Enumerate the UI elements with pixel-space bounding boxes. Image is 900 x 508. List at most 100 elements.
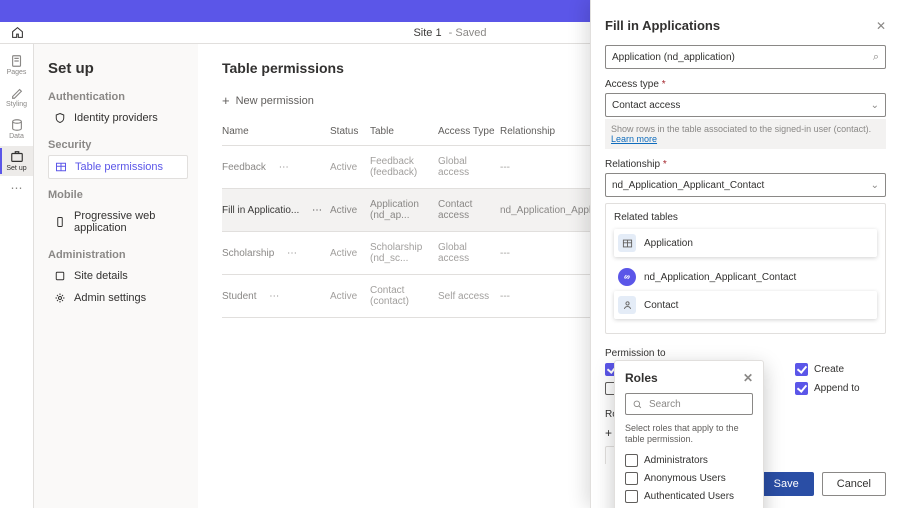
setup-icon (10, 150, 24, 164)
shield-icon (54, 112, 66, 124)
person-icon (618, 296, 636, 314)
table-input-value: Application (nd_application) (612, 52, 735, 63)
cell-table: Application (nd_ap... (370, 189, 438, 232)
col-name[interactable]: Name (222, 118, 330, 146)
related-table-row[interactable]: Contact (614, 291, 877, 319)
access-type-value: Contact access (612, 100, 680, 111)
chevron-down-icon: ⌄ (871, 100, 879, 111)
col-table[interactable]: Table (370, 118, 438, 146)
rail-styling[interactable]: Styling (0, 82, 33, 112)
table-icon (618, 234, 636, 252)
cell-name: Feedback ⋯ (222, 146, 330, 189)
site-name: Site 1 (413, 27, 441, 39)
new-permission-label: New permission (236, 95, 314, 107)
cancel-button[interactable]: Cancel (822, 472, 886, 496)
permission-checkbox[interactable]: Append to (795, 382, 886, 395)
role-option[interactable]: Anonymous Users (625, 472, 753, 485)
checkbox-icon (795, 382, 808, 395)
sidebar-item-label: Table permissions (75, 161, 163, 173)
mobile-icon (54, 216, 66, 228)
sidebar-item-table-permissions[interactable]: Table permissions (48, 155, 188, 179)
sidebar-item-site-details[interactable]: Site details (48, 265, 188, 287)
permission-checkbox[interactable]: Create (795, 363, 886, 376)
sidebar-item-identity-providers[interactable]: Identity providers (48, 107, 188, 129)
home-button[interactable] (0, 26, 34, 39)
checkbox-icon (625, 490, 638, 503)
plus-icon: + (605, 426, 612, 440)
new-permission-button[interactable]: + New permission (222, 93, 314, 108)
related-table-label: Application (644, 238, 693, 249)
sidebar-item-label: Admin settings (74, 292, 146, 304)
relationship-select[interactable]: nd_Application_Applicant_Contact ⌄ (605, 173, 886, 197)
role-option-label: Anonymous Users (644, 473, 726, 484)
access-type-label: Access type * (605, 79, 886, 90)
relationship-label: Relationship * (605, 159, 886, 170)
cell-status: Active (330, 275, 370, 318)
cell-table: Scholarship (nd_sc... (370, 232, 438, 275)
group-auth: Authentication (48, 91, 188, 103)
rail-data[interactable]: Data (0, 114, 33, 144)
plus-icon: + (222, 93, 230, 108)
rail-label: Pages (7, 69, 27, 76)
role-option-label: Administrators (644, 455, 708, 466)
checkbox-icon (625, 472, 638, 485)
save-button[interactable]: Save (759, 472, 814, 496)
more-icon: ⋯ (11, 182, 23, 194)
search-icon: ⌕ (873, 51, 879, 64)
sidebar-item-label: Identity providers (74, 112, 158, 124)
roles-search[interactable]: Search (625, 393, 753, 415)
learn-more-link[interactable]: Learn more (611, 134, 657, 144)
sidebar-item-pwa[interactable]: Progressive web application (48, 205, 188, 239)
sidebar-item-label: Progressive web application (74, 210, 182, 234)
table-input[interactable]: Application (nd_application) ⌕ (605, 45, 886, 69)
related-table-row[interactable]: Application (614, 229, 877, 257)
rail-setup[interactable]: Set up (0, 146, 33, 176)
access-type-select[interactable]: Contact access ⌄ (605, 93, 886, 117)
rail-more[interactable]: ⋯ (0, 178, 33, 198)
close-panel[interactable]: ✕ (876, 19, 886, 33)
cell-access: Global access (438, 146, 500, 189)
col-access[interactable]: Access Type (438, 118, 500, 146)
cell-table: Contact (contact) (370, 275, 438, 318)
role-option[interactable]: Authenticated Users (625, 490, 753, 503)
sidebar-title: Set up (48, 60, 188, 77)
close-roles-popup[interactable]: ✕ (743, 371, 753, 385)
styling-icon (10, 86, 24, 100)
rail-pages[interactable]: Pages (0, 50, 33, 80)
related-tables-title: Related tables (614, 212, 877, 223)
row-menu[interactable]: ⋯ (312, 205, 322, 216)
rail-label: Data (9, 133, 24, 140)
roles-search-placeholder: Search (649, 399, 681, 410)
rail-label: Set up (6, 165, 26, 172)
cell-name: Scholarship ⋯ (222, 232, 330, 275)
related-tables-box: Related tables Application nd_Application… (605, 203, 886, 334)
role-option[interactable]: Administrators (625, 454, 753, 467)
cell-name: Fill in Applicatio... ⋯ (222, 189, 330, 232)
link-icon (618, 268, 636, 286)
chevron-down-icon: ⌄ (871, 180, 879, 191)
data-icon (10, 118, 24, 132)
cell-access: Contact access (438, 189, 500, 232)
role-option-label: Authenticated Users (644, 491, 734, 502)
table-icon (55, 161, 67, 173)
gear-icon (54, 292, 66, 304)
row-menu[interactable]: ⋯ (287, 248, 297, 259)
related-table-row[interactable]: nd_Application_Applicant_Contact (614, 263, 877, 291)
cell-name: Student ⋯ (222, 275, 330, 318)
roles-popup: Roles ✕ Search Select roles that apply t… (614, 360, 764, 508)
cell-table: Feedback (feedback) (370, 146, 438, 189)
cell-status: Active (330, 232, 370, 275)
checkbox-icon (625, 454, 638, 467)
relationship-value: nd_Application_Applicant_Contact (612, 180, 764, 191)
home-icon (11, 26, 24, 39)
search-icon (632, 399, 643, 410)
sidebar: Set up Authentication Identity providers… (34, 44, 198, 508)
pages-icon (10, 54, 24, 68)
row-menu[interactable]: ⋯ (279, 162, 289, 173)
row-menu[interactable]: ⋯ (269, 291, 279, 302)
group-mobile: Mobile (48, 189, 188, 201)
access-help: Show rows in the table associated to the… (605, 119, 886, 149)
sidebar-item-admin-settings[interactable]: Admin settings (48, 287, 188, 309)
panel-title: Fill in Applications (605, 18, 720, 33)
col-status[interactable]: Status (330, 118, 370, 146)
